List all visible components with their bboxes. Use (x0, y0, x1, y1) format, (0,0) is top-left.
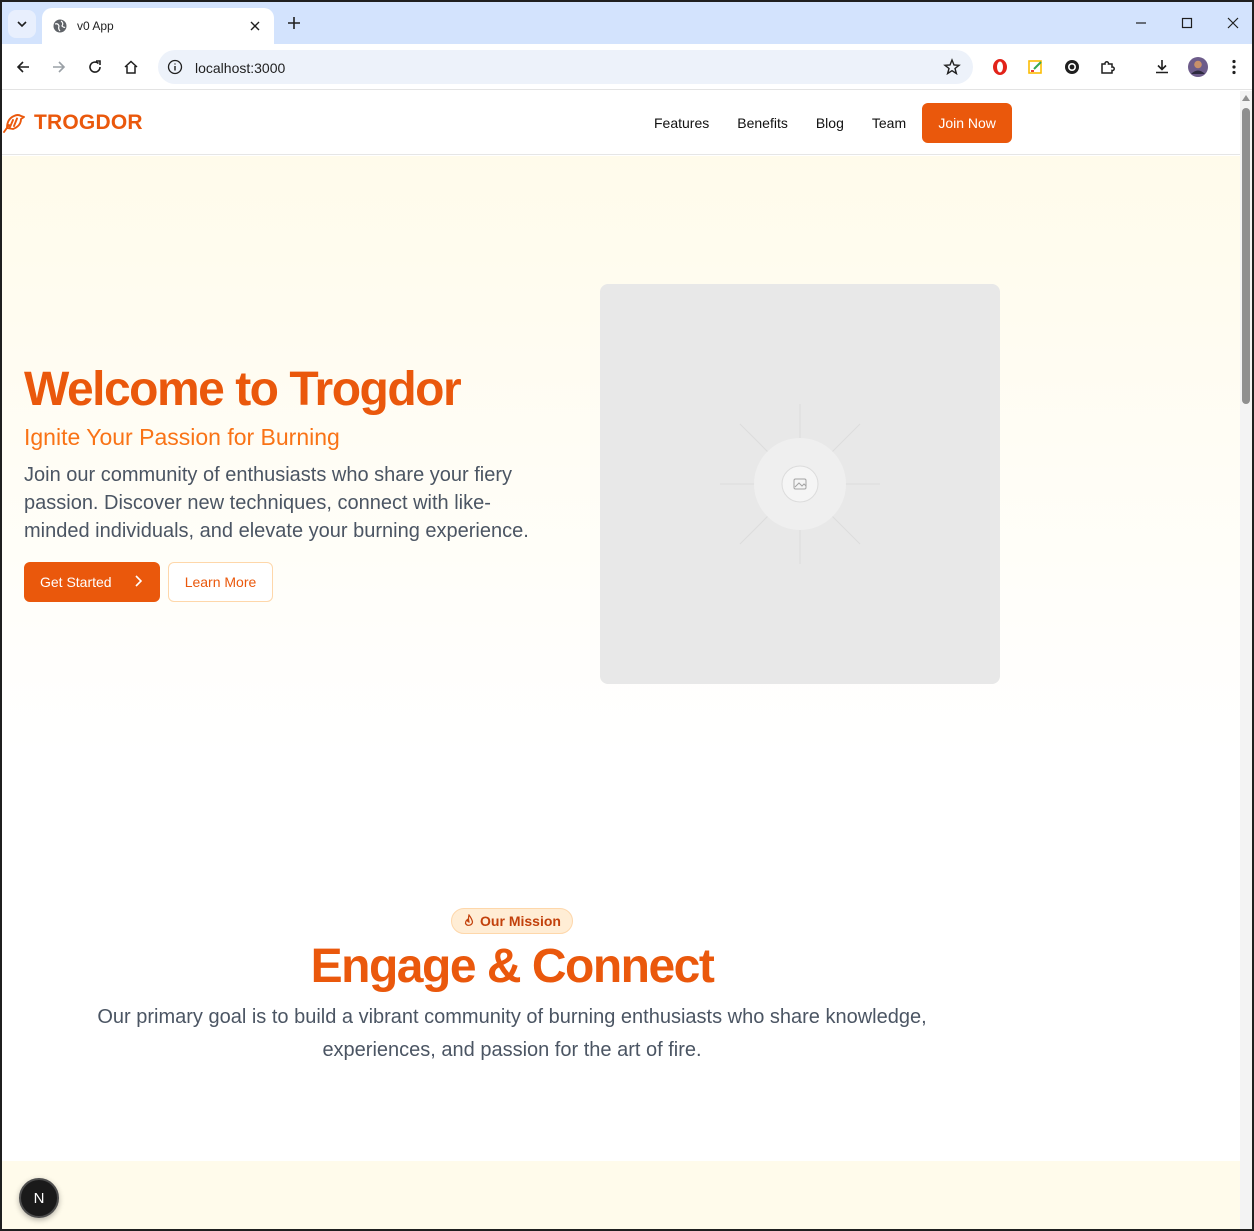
nav-features[interactable]: Features (654, 115, 709, 131)
extension-opera-icon[interactable] (987, 54, 1013, 80)
back-button[interactable] (10, 54, 36, 80)
new-tab-button[interactable] (282, 11, 306, 35)
extension-edit-icon[interactable] (1023, 54, 1049, 80)
site-header: TROGDOR Features Benefits Blog Team Join… (2, 91, 1240, 155)
mission-title: Engage & Connect (310, 940, 715, 993)
menu-kebab-icon[interactable] (1221, 54, 1247, 80)
home-icon (124, 60, 138, 74)
maximize-icon (1181, 17, 1193, 29)
arrow-right-icon (53, 61, 66, 73)
close-icon (1227, 17, 1239, 29)
brand-name: TROGDOR (34, 111, 143, 134)
page-scrollbar[interactable] (1240, 91, 1252, 1229)
extensions-puzzle-icon[interactable] (1095, 54, 1121, 80)
tab-title: v0 App (77, 19, 114, 33)
nav-benefits[interactable]: Benefits (737, 115, 788, 131)
get-started-button[interactable]: Get Started (24, 562, 160, 602)
reload-button[interactable] (82, 54, 108, 80)
learn-more-button[interactable]: Learn More (168, 562, 273, 602)
browser-tab[interactable]: v0 App (42, 8, 274, 44)
nav-blog[interactable]: Blog (816, 115, 844, 131)
profile-avatar[interactable] (1185, 54, 1211, 80)
minimize-icon (1136, 22, 1146, 24)
scrollbar-thumb[interactable] (1242, 108, 1250, 404)
hero-subtitle: Ignite Your Passion for Burning (24, 424, 340, 450)
plus-icon (288, 17, 300, 29)
hero-title: Welcome to Trogdor (24, 363, 462, 416)
bookmark-star-icon[interactable] (943, 58, 961, 76)
minimize-button[interactable] (1127, 10, 1155, 36)
nextjs-dev-indicator[interactable]: N (19, 1178, 59, 1218)
mission-badge: Our Mission (451, 908, 573, 934)
chevron-down-icon (17, 21, 27, 28)
mission-badge-label: Our Mission (480, 913, 561, 929)
flame-icon (464, 914, 474, 926)
hero-section: Welcome to Trogdor Ignite Your Passion f… (2, 156, 1240, 756)
arrow-left-icon (16, 61, 29, 73)
join-now-button[interactable]: Join Now (922, 103, 1013, 143)
features-section (2, 1161, 1240, 1229)
browser-toolbar: localhost:3000 (2, 44, 1252, 90)
brand-logo[interactable]: TROGDOR (2, 111, 143, 135)
scroll-up-arrow-icon[interactable] (1242, 95, 1250, 101)
globe-icon (53, 19, 67, 33)
address-bar[interactable]: localhost:3000 (158, 50, 973, 84)
main-nav: Features Benefits Blog Team Join Now (654, 103, 1013, 143)
home-button[interactable] (118, 54, 144, 80)
tab-close-icon[interactable] (246, 17, 264, 35)
hero-image-placeholder (600, 284, 1000, 684)
image-placeholder-icon (720, 404, 880, 564)
bird-logo-icon (3, 114, 25, 133)
hero-description: Join our community of enthusiasts who sh… (24, 464, 529, 542)
chevron-right-icon (135, 575, 142, 587)
reload-icon (89, 60, 101, 73)
forward-button[interactable] (46, 54, 72, 80)
page-viewport: TROGDOR Features Benefits Blog Team Join… (2, 91, 1240, 1229)
get-started-label: Get Started (40, 574, 112, 590)
site-info-icon[interactable] (166, 58, 184, 76)
downloads-icon[interactable] (1149, 54, 1175, 80)
tab-strip: v0 App (2, 2, 1252, 44)
close-window-button[interactable] (1219, 10, 1247, 36)
nav-team[interactable]: Team (872, 115, 906, 131)
browser-window: v0 App localhost:3000 TROGDOR Features B… (0, 0, 1254, 1231)
extension-gear-icon[interactable] (1059, 54, 1085, 80)
mission-description: Our primary goal is to build a vibrant c… (97, 1006, 927, 1061)
tab-search-button[interactable] (8, 10, 36, 38)
url-text: localhost:3000 (195, 60, 286, 76)
maximize-button[interactable] (1173, 10, 1201, 36)
